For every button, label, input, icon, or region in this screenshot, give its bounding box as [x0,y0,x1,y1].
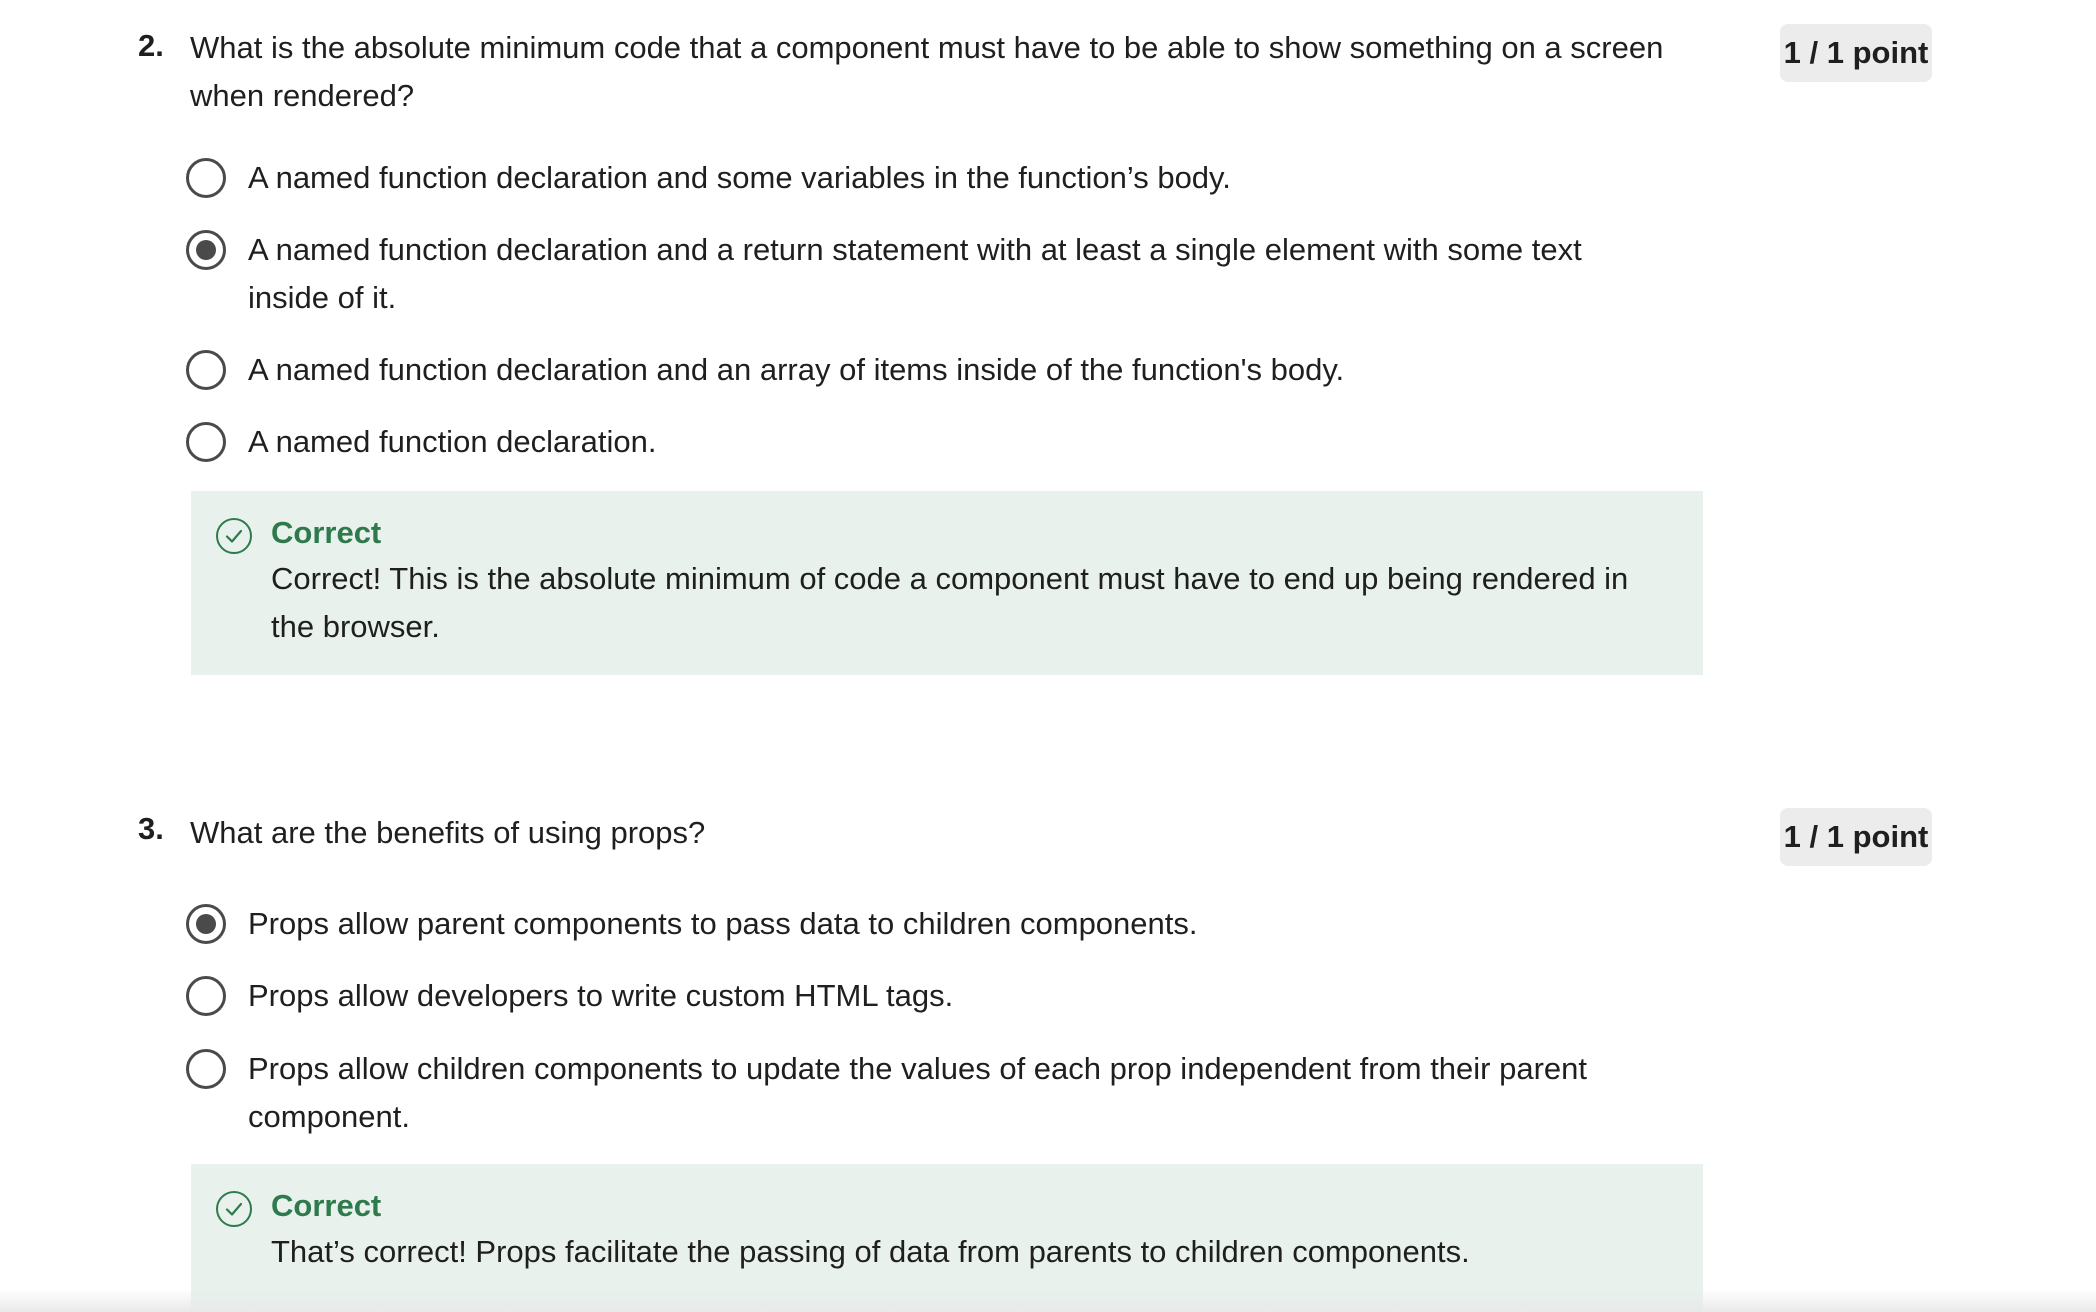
feedback-correct: Correct Correct! This is the absolute mi… [191,491,1703,675]
radio-button[interactable] [186,158,226,198]
points-badge: 1 / 1 point [1780,24,1932,82]
option-label: Props allow developers to write custom H… [248,978,954,1013]
question-number: 2. [138,28,164,63]
question-text: What are the benefits of using props? [190,815,706,850]
option-label: A named function declaration and an arra… [248,352,1345,387]
check-circle-icon [215,517,253,555]
check-circle-icon [215,1190,253,1228]
option-label: Props allow parent components to pass da… [248,906,1198,941]
option-label: A named function declaration. [248,424,657,459]
radio-button[interactable] [186,422,226,462]
radio-button-selected[interactable] [186,230,226,270]
question-number: 3. [138,811,164,846]
option-label: A named function declaration and a retur… [248,232,1582,315]
feedback-text: Correct! This is the absolute minimum of… [271,561,1629,644]
question-text: What is the absolute minimum code that a… [190,30,1664,113]
radio-button[interactable] [186,350,226,390]
feedback-text: That’s correct! Props facilitate the pas… [271,1234,1470,1269]
feedback-title: Correct [271,1188,382,1223]
bottom-scroll-shade [0,1290,2096,1312]
radio-button[interactable] [186,1049,226,1089]
feedback-title: Correct [271,515,382,550]
radio-button-selected[interactable] [186,904,226,944]
option-label: A named function declaration and some va… [248,160,1231,195]
points-badge: 1 / 1 point [1780,808,1932,866]
option-label: Props allow children components to updat… [248,1051,1588,1134]
radio-button[interactable] [186,976,226,1016]
